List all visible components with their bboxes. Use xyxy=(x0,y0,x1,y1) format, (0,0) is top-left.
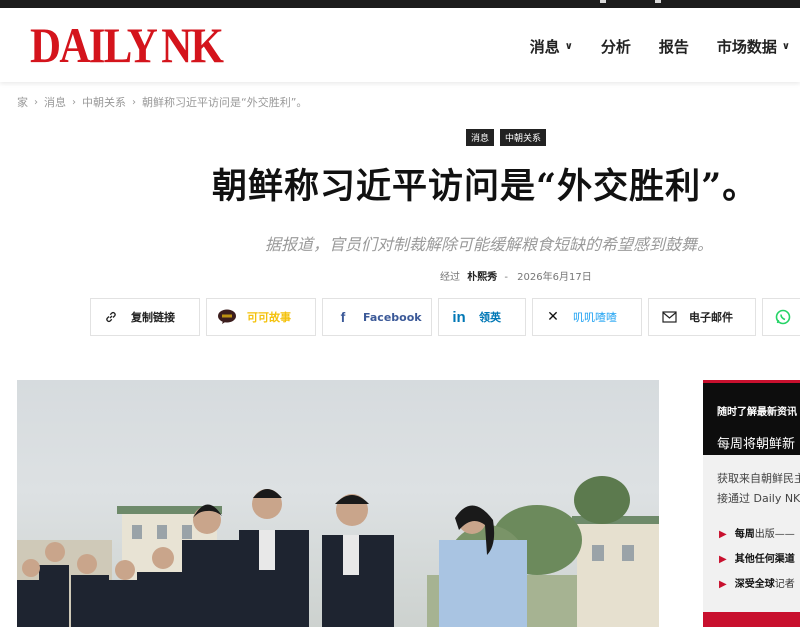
nav-item-news[interactable]: 消息 ∨ xyxy=(530,36,573,57)
nav-label: 市场数据 xyxy=(716,38,777,56)
newsletter-bullet: ▶ 其他任何渠道 xyxy=(719,550,795,565)
share-label: Facebook xyxy=(363,310,422,324)
newsletter-header: 随时了解最新资讯 每周将朝鲜新 xyxy=(703,380,800,455)
chevron-down-icon: ∨ xyxy=(781,41,790,52)
share-label: 领英 xyxy=(479,311,501,324)
nav-label: 报告 xyxy=(658,38,689,56)
bullet-text: 其他任何渠道 xyxy=(734,554,795,565)
main-nav: 消息 ∨ 分析 报告 市场数据 ∨ xyxy=(502,36,790,57)
whatsapp-icon xyxy=(763,299,800,335)
newsletter-description: 获取来自朝鲜民主 接通过 Daily NK xyxy=(717,469,800,509)
link-icon xyxy=(91,299,131,335)
logo-nk-text: NK xyxy=(161,17,224,73)
bullet-text: 出版—— xyxy=(754,529,795,540)
byline-prefix: 经过 xyxy=(440,272,460,283)
x-icon: ✕ xyxy=(547,309,559,325)
site-header: DAILY NK 消息 ∨ 分析 报告 市场数据 ∨ xyxy=(0,8,800,82)
logo-daily-text: DAILY xyxy=(30,17,158,73)
nav-item-analysis[interactable]: 分析 xyxy=(601,36,631,57)
author-link[interactable]: 朴熙秀 xyxy=(467,272,497,283)
publish-date: 2026年6月17日 xyxy=(517,272,592,283)
newsletter-bullet: ▶ 深受全球记者 xyxy=(719,575,795,590)
breadcrumb-separator-icon: › xyxy=(34,96,38,108)
newsletter-body: 获取来自朝鲜民主 接通过 Daily NK ▶ 每周出版—— ▶ 其他任何渠道 ▶ 深… xyxy=(703,455,800,627)
bullet-text: 记者 xyxy=(774,579,795,590)
share-label: 电子邮件 xyxy=(689,311,733,324)
linkedin-icon: in xyxy=(452,308,466,326)
bullet-bold: 每周 xyxy=(734,529,755,540)
share-x-button[interactable]: ✕ 叽叽喳喳 xyxy=(532,298,642,336)
share-email-button[interactable]: 电子邮件 xyxy=(648,298,756,336)
share-kakaotalk-button[interactable]: 可可故事 xyxy=(206,298,316,336)
newsletter-subheading: 每周将朝鲜新 xyxy=(717,437,796,452)
share-label: 可可故事 xyxy=(247,311,291,324)
newsletter-heading: 随时了解最新资讯 xyxy=(717,407,797,418)
byline: 经过 朴熙秀 - 2026年6月17日 xyxy=(440,268,592,283)
newsletter-desc-line: 接通过 Daily NK xyxy=(717,492,800,505)
breadcrumb-separator-icon: › xyxy=(132,96,136,108)
share-linkedin-button[interactable]: in 领英 xyxy=(438,298,526,336)
bullet-bold: 深受全球 xyxy=(734,579,775,590)
nav-item-market-data[interactable]: 市场数据 ∨ xyxy=(717,36,790,57)
chevron-down-icon: ∨ xyxy=(564,41,573,52)
top-bar xyxy=(0,0,800,8)
share-facebook-button[interactable]: f Facebook xyxy=(322,298,432,336)
share-label: 叽叽喳喳 xyxy=(573,311,617,324)
nav-label: 消息 xyxy=(529,38,560,56)
newsletter-desc-line: 获取来自朝鲜民主 xyxy=(717,472,800,485)
tag-news[interactable]: 消息 xyxy=(466,129,495,146)
breadcrumb-current: 朝鲜称习近平访问是“外交胜利”。 xyxy=(142,96,308,109)
hero-image xyxy=(17,380,659,627)
breadcrumb-home[interactable]: 家 xyxy=(17,94,28,110)
breadcrumb-news[interactable]: 消息 xyxy=(44,94,66,110)
daily-nk-logo[interactable]: DAILY NK xyxy=(30,17,224,73)
article-tags: 消息 中朝关系 xyxy=(466,129,547,146)
share-label: 复制链接 xyxy=(131,311,175,324)
play-arrow-icon: ▶ xyxy=(719,554,727,565)
breadcrumb: 家 › 消息 › 中朝关系 › 朝鲜称习近平访问是“外交胜利”。 xyxy=(17,94,307,110)
play-arrow-icon: ▶ xyxy=(719,529,727,540)
nav-label: 分析 xyxy=(600,38,631,56)
byline-separator: - xyxy=(504,272,508,283)
breadcrumb-category[interactable]: 中朝关系 xyxy=(82,94,126,110)
tag-category[interactable]: 中朝关系 xyxy=(500,129,547,146)
newsletter-subscribe-bar[interactable] xyxy=(703,612,800,627)
top-bar-marker xyxy=(600,0,606,3)
share-whatsapp-button[interactable] xyxy=(762,298,800,336)
breadcrumb-separator-icon: › xyxy=(72,96,76,108)
mail-icon xyxy=(649,299,689,335)
article-subtitle: 据报道，官员们对制裁解除可能缓解粮食短缺的希望感到鼓舞。 xyxy=(265,235,714,254)
facebook-icon: f xyxy=(340,309,346,325)
play-arrow-icon: ▶ xyxy=(719,579,727,590)
share-copy-link-button[interactable]: 复制链接 xyxy=(90,298,200,336)
hero-photo-illustration xyxy=(17,476,659,627)
top-bar-marker xyxy=(655,0,661,3)
article-title: 朝鲜称习近平访问是“外交胜利”。 xyxy=(212,166,759,207)
newsletter-sidebar: 随时了解最新资讯 每周将朝鲜新 获取来自朝鲜民主 接通过 Daily NK ▶ 每… xyxy=(703,380,800,627)
nav-item-reports[interactable]: 报告 xyxy=(659,36,689,57)
newsletter-bullet: ▶ 每周出版—— xyxy=(719,525,795,540)
kakaotalk-icon xyxy=(207,299,247,335)
